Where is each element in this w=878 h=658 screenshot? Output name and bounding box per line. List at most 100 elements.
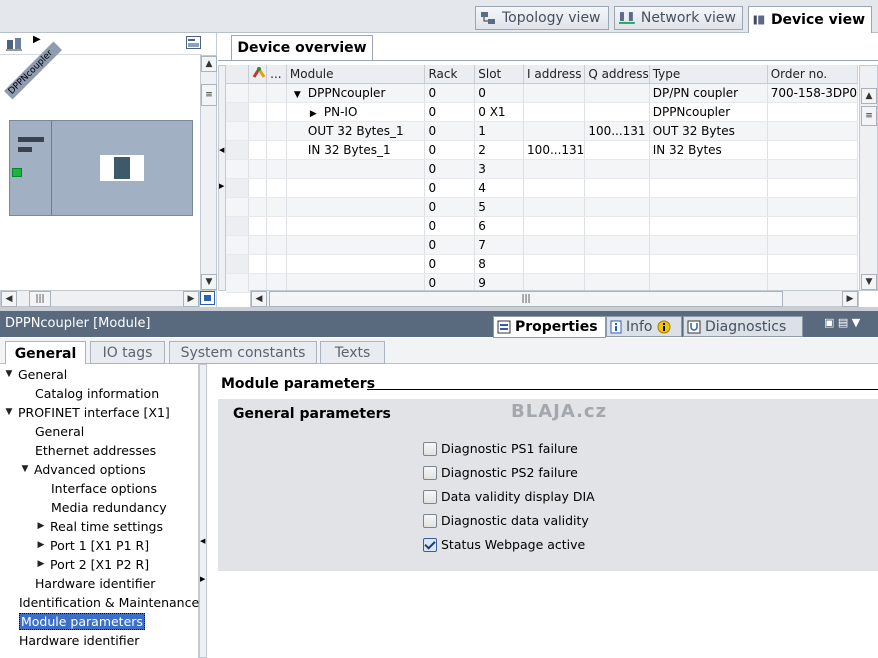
row-more-cell[interactable] (266, 121, 287, 141)
tree-item[interactable]: General (35, 422, 84, 440)
row-status-cell[interactable] (248, 121, 268, 141)
module-cell[interactable] (286, 197, 426, 217)
row-more-cell[interactable] (266, 159, 287, 179)
tree-expanded-icon[interactable]: ▼ (4, 369, 14, 379)
slot-cell[interactable]: 5 (474, 197, 525, 217)
rack-cell[interactable]: 0 (424, 235, 476, 255)
q-address-cell[interactable] (584, 235, 650, 255)
table-row[interactable]: 07 (226, 235, 859, 255)
tree-item[interactable]: Hardware identifier (35, 574, 155, 592)
tab-properties[interactable]: Properties (493, 316, 606, 338)
tree-item[interactable]: ▶ Real time settings (36, 517, 163, 535)
module-cell[interactable] (286, 216, 426, 236)
table-row[interactable]: ▶ PN-IO 0 0 X1 DPPNcoupler (226, 102, 859, 122)
type-cell[interactable] (649, 159, 768, 179)
collapse-splitter[interactable]: ◀ ▶ (218, 65, 226, 291)
table-row[interactable]: ▼ DPPNcoupler 0 0 DP/PN coupler 700-158-3DP0 (226, 83, 859, 103)
row-status-cell[interactable] (248, 83, 268, 103)
module-cell[interactable]: ▶ PN-IO (286, 102, 426, 122)
q-address-cell[interactable] (584, 159, 650, 179)
expand-down-icon[interactable]: ▼ (294, 90, 308, 100)
row-more-cell[interactable] (266, 216, 287, 236)
slot-cell[interactable]: 0 (474, 83, 525, 103)
graphic-hscrollbar[interactable]: ◀ ||| ▶ (0, 290, 200, 307)
rack-cell[interactable]: 0 (424, 216, 476, 236)
table-row[interactable]: 04 (226, 178, 859, 198)
row-status-cell[interactable] (248, 235, 268, 255)
table-row[interactable]: 06 (226, 216, 859, 236)
col-header-q-address[interactable]: Q address (584, 65, 650, 84)
slot-cell[interactable]: 6 (474, 216, 525, 236)
slot-cell[interactable]: 2 (474, 140, 525, 160)
row-status-cell[interactable] (248, 216, 268, 236)
type-cell[interactable] (649, 235, 768, 255)
tree-item[interactable]: ▶ Port 1 [X1 P1 R] (36, 536, 150, 554)
type-cell[interactable]: OUT 32 Bytes (649, 121, 768, 141)
col-header-module[interactable]: Module (286, 65, 426, 84)
col-header-type[interactable]: Type (649, 65, 768, 84)
collapse-left-icon[interactable]: ◀ (219, 146, 224, 154)
table-scroll-down-icon[interactable]: ▼ (861, 274, 877, 290)
type-cell[interactable]: DP/PN coupler (649, 83, 768, 103)
tree-item[interactable]: Media redundancy (51, 498, 167, 516)
type-cell[interactable] (649, 254, 768, 274)
order-no-cell[interactable] (767, 254, 859, 274)
col-header-status[interactable] (248, 65, 268, 84)
tree-item[interactable]: Catalog information (35, 384, 159, 402)
scroll-up-icon[interactable]: ▲ (201, 56, 217, 72)
module-cell[interactable] (286, 178, 426, 198)
type-cell[interactable]: IN 32 Bytes (649, 140, 768, 160)
table-scroll-right-icon[interactable]: ▶ (842, 291, 858, 307)
tree-item[interactable]: ▼ General (4, 365, 68, 383)
q-address-cell[interactable] (584, 83, 650, 103)
i-address-cell[interactable] (523, 178, 586, 198)
checkbox[interactable] (423, 465, 437, 480)
col-header-more[interactable]: ... (266, 65, 287, 84)
row-gutter[interactable] (226, 273, 250, 293)
tree-item[interactable]: ▶ Port 2 [X1 P2 R] (36, 555, 150, 573)
row-status-cell[interactable] (248, 254, 268, 274)
order-no-cell[interactable] (767, 235, 859, 255)
tree-item[interactable]: Identification & Maintenance (19, 593, 199, 611)
tree-item[interactable]: Interface options (51, 479, 157, 497)
tree-item[interactable]: Hardware identifier (19, 631, 139, 649)
table-scroll-thumb[interactable]: ≡ (861, 106, 877, 126)
scroll-thumb[interactable]: ≡ (201, 84, 217, 106)
module-cell[interactable]: OUT 32 Bytes_1 (286, 121, 426, 141)
interface-module-graphic[interactable] (100, 155, 144, 181)
order-no-cell[interactable] (767, 140, 859, 160)
tree-collapsed-icon[interactable]: ▶ (36, 521, 46, 531)
tree-collapse-left-icon[interactable]: ◀ (200, 537, 205, 545)
row-gutter[interactable] (226, 102, 250, 122)
q-address-cell[interactable] (584, 178, 650, 198)
row-status-cell[interactable] (248, 159, 268, 179)
row-more-cell[interactable] (266, 83, 287, 103)
table-row[interactable]: IN 32 Bytes_1 0 2 100...131 IN 32 Bytes (226, 140, 859, 160)
slot-cell[interactable]: 0 X1 (474, 102, 525, 122)
tree-collapse-right-icon[interactable]: ▶ (200, 575, 205, 583)
collapse-right-icon[interactable]: ▶ (219, 182, 224, 190)
tab-info[interactable]: Info (606, 316, 682, 337)
q-address-cell[interactable] (584, 102, 650, 122)
i-address-cell[interactable] (523, 197, 586, 217)
row-gutter[interactable] (226, 197, 250, 217)
graphic-vscrollbar[interactable]: ▲ ≡ ▼ (200, 55, 217, 291)
row-status-cell[interactable] (248, 102, 268, 122)
tab-device-view[interactable]: Device view (748, 6, 872, 33)
order-no-cell[interactable] (767, 159, 859, 179)
rack-cell[interactable]: 0 (424, 197, 476, 217)
order-no-cell[interactable] (767, 178, 859, 198)
i-address-cell[interactable]: 100...131 (523, 140, 586, 160)
tree-expanded-icon[interactable]: ▼ (4, 407, 14, 417)
col-header-slot[interactable]: Slot (474, 65, 525, 84)
table-row[interactable]: OUT 32 Bytes_1 0 1 100...131 OUT 32 Bytes (226, 121, 859, 141)
order-no-cell[interactable]: 700-158-3DP0 (767, 83, 859, 103)
order-no-cell[interactable] (767, 197, 859, 217)
parameter-checkbox-row[interactable]: Diagnostic data validity (423, 513, 589, 528)
table-row[interactable]: 05 (226, 197, 859, 217)
checkbox[interactable] (423, 513, 437, 528)
slot-cell[interactable]: 3 (474, 159, 525, 179)
module-cell[interactable]: ▼ DPPNcoupler (286, 83, 426, 103)
q-address-cell[interactable]: 100...131 (584, 121, 650, 141)
col-header-order-no[interactable]: Order no. (767, 65, 859, 84)
